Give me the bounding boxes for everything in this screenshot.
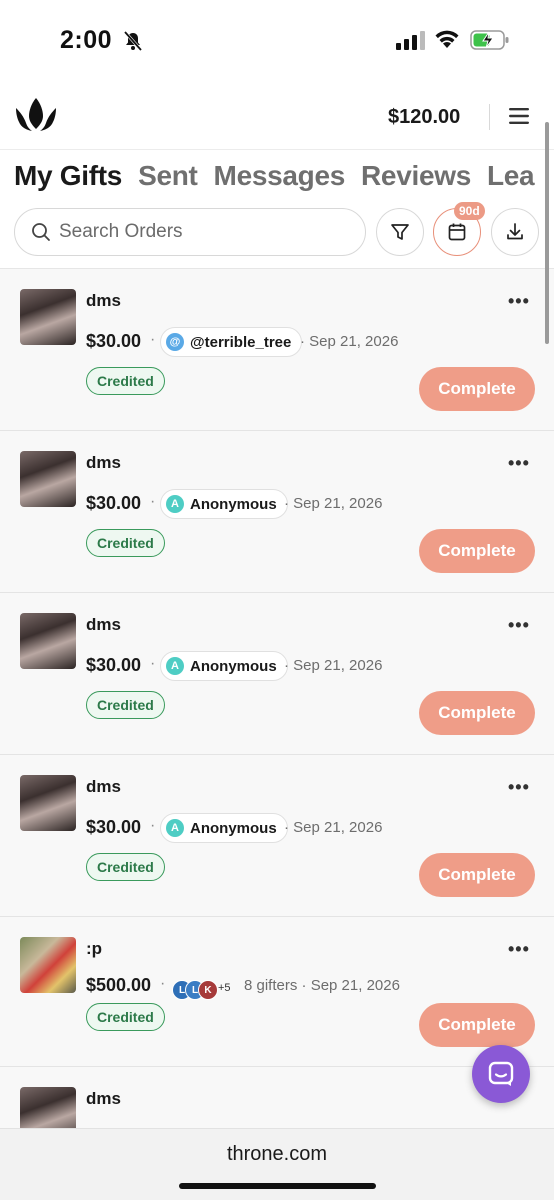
calendar-icon	[448, 223, 466, 241]
chat-bubble-icon	[488, 1061, 514, 1086]
cellular-signal-icon	[396, 31, 425, 50]
separator: ·	[150, 331, 156, 348]
gifters-more-count: +5	[218, 982, 231, 994]
more-options-icon[interactable]: •••	[508, 939, 530, 960]
tab-messages[interactable]: Messages	[214, 160, 346, 192]
battery-charging-icon	[470, 30, 509, 50]
download-button[interactable]	[491, 208, 539, 256]
download-icon	[507, 223, 523, 240]
sender-avatar: A	[166, 657, 184, 675]
throne-logo-icon[interactable]	[16, 98, 56, 132]
tab-bar: My Gifts Sent Messages Reviews Lea	[14, 160, 554, 204]
search-input[interactable]	[59, 209, 355, 255]
order-title: dms	[86, 615, 121, 634]
order-amount: $30.00	[86, 493, 142, 513]
sender-avatar: @	[166, 333, 184, 351]
wifi-icon	[435, 30, 459, 48]
status-time: 2:00	[60, 26, 113, 54]
sender-chip[interactable]: A Anonymous	[160, 813, 288, 843]
chat-support-button[interactable]	[472, 1045, 530, 1103]
more-options-icon[interactable]: •••	[508, 615, 530, 636]
search-bar	[14, 208, 366, 256]
sender-name: Anonymous	[190, 819, 277, 837]
hamburger-menu-icon[interactable]	[508, 106, 530, 126]
home-indicator[interactable]	[179, 1183, 376, 1189]
order-thumbnail	[20, 613, 76, 669]
tab-leaderboard[interactable]: Lea	[487, 160, 535, 192]
order-amount: $30.00	[86, 331, 142, 351]
more-options-icon[interactable]: •••	[508, 453, 530, 474]
order-item[interactable]: dms ••• $30.00 · @ @terrible_tree · Sep …	[0, 269, 554, 431]
app-header: $120.00	[0, 86, 554, 150]
sender-avatar: A	[166, 495, 184, 513]
bell-slash-icon	[123, 31, 143, 51]
order-title: dms	[86, 777, 121, 796]
tab-my-gifts[interactable]: My Gifts	[14, 160, 122, 192]
order-item[interactable]: dms ••• $30.00 · A Anonymous · Sep 21, 2…	[0, 593, 554, 755]
order-amount: $500.00	[86, 975, 152, 995]
order-amount: $30.00	[86, 655, 142, 675]
orders-list: dms ••• $30.00 · @ @terrible_tree · Sep …	[0, 268, 554, 1128]
complete-button[interactable]: Complete	[419, 691, 535, 735]
status-badge: Credited	[86, 529, 165, 557]
order-thumbnail	[20, 775, 76, 831]
status-badge: Credited	[86, 691, 165, 719]
order-amount: $30.00	[86, 817, 142, 837]
status-badge: Credited	[86, 853, 165, 881]
sender-chip[interactable]: A Anonymous	[160, 651, 288, 681]
search-icon	[32, 223, 50, 241]
browser-domain[interactable]: throne.com	[0, 1143, 554, 1166]
separator: ·	[160, 975, 166, 992]
order-item[interactable]: :p ••• $500.00 · L L K +5 8 gifters · Se…	[0, 917, 554, 1067]
order-date: · Sep 21, 2026	[284, 819, 383, 836]
more-options-icon[interactable]: •••	[508, 291, 530, 312]
order-title: :p	[86, 939, 103, 958]
status-badge: Credited	[86, 367, 165, 395]
more-options-icon[interactable]: •••	[508, 777, 530, 798]
browser-address-bar[interactable]: throne.com	[0, 1128, 554, 1200]
sender-name: @terrible_tree	[190, 333, 292, 351]
sender-avatar: A	[166, 819, 184, 837]
order-thumbnail	[20, 451, 76, 507]
order-date: · Sep 21, 2026	[300, 333, 399, 350]
separator: ·	[150, 655, 156, 672]
separator: ·	[150, 817, 156, 834]
complete-button[interactable]: Complete	[419, 529, 535, 573]
sender-name: Anonymous	[190, 657, 277, 675]
separator: ·	[150, 493, 156, 510]
complete-button[interactable]: Complete	[419, 367, 535, 411]
complete-button[interactable]: Complete	[419, 1003, 535, 1047]
order-item[interactable]: dms ••• $30.00 · A Anonymous · Sep 21, 2…	[0, 755, 554, 917]
date-range-badge: 90d	[454, 202, 485, 220]
filter-icon	[391, 224, 409, 240]
order-date: · Sep 21, 2026	[284, 657, 383, 674]
tab-reviews[interactable]: Reviews	[361, 160, 471, 192]
complete-button[interactable]: Complete	[419, 853, 535, 897]
order-date: · Sep 21, 2026	[284, 495, 383, 512]
order-title: dms	[86, 453, 121, 472]
scrollbar[interactable]	[545, 122, 549, 344]
filter-button[interactable]	[376, 208, 424, 256]
order-title: dms	[86, 291, 121, 310]
order-date: 8 gifters · Sep 21, 2026	[244, 977, 400, 994]
sender-name: Anonymous	[190, 495, 277, 513]
status-badge: Credited	[86, 1003, 165, 1031]
order-item[interactable]: dms	[0, 1067, 554, 1128]
order-item[interactable]: dms ••• $30.00 · A Anonymous · Sep 21, 2…	[0, 431, 554, 593]
order-thumbnail	[20, 1087, 76, 1128]
order-title: dms	[86, 1089, 121, 1108]
gifter-avatar: K	[198, 980, 218, 1000]
order-thumbnail	[20, 289, 76, 345]
order-thumbnail	[20, 937, 76, 993]
status-bar: 2:00	[0, 0, 554, 80]
header-divider	[489, 104, 490, 130]
sender-chip[interactable]: @ @terrible_tree	[160, 327, 303, 357]
balance-amount[interactable]: $120.00	[388, 106, 460, 129]
tab-sent[interactable]: Sent	[138, 160, 198, 192]
sender-chip[interactable]: A Anonymous	[160, 489, 288, 519]
